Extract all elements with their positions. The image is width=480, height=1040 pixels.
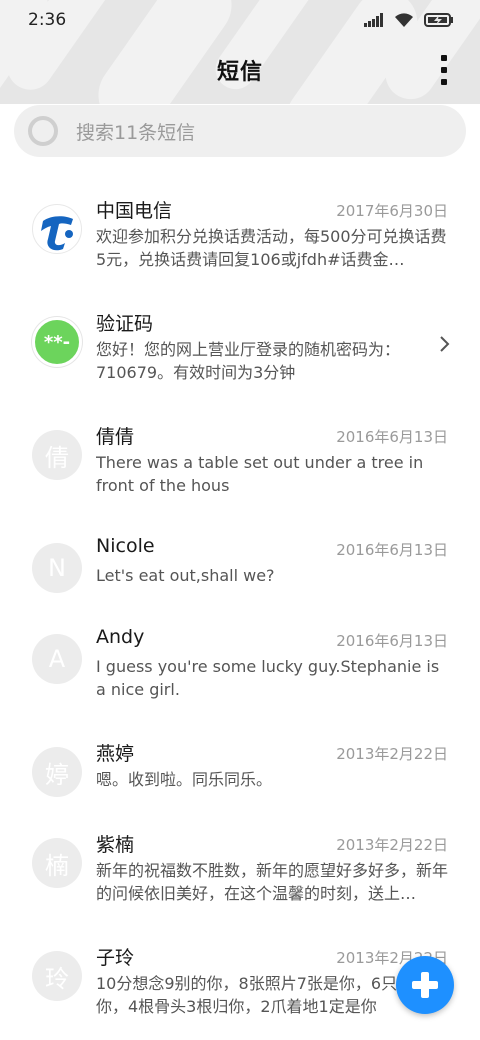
conversation-name: 验证码 [96, 313, 154, 335]
conversation-date: 2016年6月13日 [336, 428, 448, 446]
more-vertical-icon-dot [441, 55, 447, 61]
conversation-date: 2013年2月22日 [336, 836, 448, 854]
app-header: 2:36 短信 [0, 0, 480, 104]
conversation-preview: 您好！您的网上营业厅登录的随机密码为：710679。有效时间为3分钟 [96, 340, 401, 382]
conversation-name: 中国电信 [96, 200, 173, 222]
conversation-item[interactable]: **- 验证码 您好！您的网上营业厅登录的随机密码为：710679。有效时间为3… [0, 293, 480, 403]
new-message-button[interactable] [396, 956, 454, 1014]
conversation-name: Andy [96, 626, 145, 648]
conversation-date: 2013年2月22日 [336, 745, 448, 763]
china-telecom-logo [32, 204, 82, 254]
verification-code-icon: **- [32, 317, 82, 367]
plus-icon [412, 972, 438, 998]
conversation-name: 子玲 [96, 947, 135, 969]
conversation-item[interactable]: 中国电信 2017年6月30日 欢迎参加积分兑换话费活动，每500分可兑换话费5… [0, 180, 480, 290]
conversation-item[interactable]: N Nicole 2016年6月13日 Let's eat out,shall … [0, 519, 480, 609]
conversation-item[interactable]: 楠 紫楠 2013年2月22日 新年的祝福数不胜数，新年的愿望好多好多，新年的问… [0, 814, 480, 924]
conversation-preview: Let's eat out,shall we? [96, 566, 275, 585]
search-bar[interactable]: 搜索11条短信 [14, 105, 466, 157]
more-options-button[interactable] [432, 50, 456, 90]
conversation-preview: I guess you're some lucky guy.Stephanie … [96, 657, 440, 699]
search-placeholder: 搜索11条短信 [76, 121, 196, 144]
conversation-name: 紫楠 [96, 834, 135, 856]
conversation-name: Nicole [96, 535, 155, 557]
conversation-item[interactable]: A Andy 2016年6月13日 I guess you're some lu… [0, 610, 480, 720]
chevron-right-icon [440, 336, 450, 352]
conversation-preview: 新年的祝福数不胜数，新年的愿望好多好多，新年的问候依旧美好，在这个温馨的时刻，送… [96, 861, 449, 903]
avatar: N [32, 543, 82, 593]
title-bar: 短信 [0, 44, 480, 96]
avatar: 婷 [32, 747, 82, 797]
page-title: 短信 [216, 60, 263, 85]
avatar: 楠 [32, 838, 82, 888]
more-vertical-icon-dot [441, 79, 447, 85]
conversation-preview: There was a table set out under a tree i… [96, 453, 424, 495]
conversation-date: 2016年6月13日 [336, 541, 448, 559]
status-bar: 2:36 [0, 0, 480, 40]
conversation-preview: 嗯。收到啦。同乐同乐。 [96, 770, 273, 789]
signal-icon [364, 13, 383, 27]
avatar: 倩 [32, 430, 82, 480]
conversation-preview: 欢迎参加积分兑换话费活动，每500分可兑换话费5元，兑换话费请回复106或jfd… [96, 227, 447, 269]
avatar: A [32, 634, 82, 684]
conversation-item[interactable]: 婷 燕婷 2013年2月22日 嗯。收到啦。同乐同乐。 [0, 723, 480, 813]
conversation-date: 2017年6月30日 [336, 202, 448, 220]
wifi-icon [395, 13, 413, 27]
conversation-name: 燕婷 [96, 743, 135, 765]
conversation-date: 2016年6月13日 [336, 632, 448, 650]
more-vertical-icon-dot [441, 67, 447, 73]
status-icons [364, 12, 454, 28]
search-icon [28, 116, 58, 146]
status-time: 2:36 [28, 10, 67, 30]
battery-charging-icon [424, 13, 453, 27]
conversation-name: 倩倩 [96, 426, 135, 448]
china-telecom-logo-icon [41, 216, 73, 251]
avatar: 玲 [32, 951, 82, 1001]
conversation-item[interactable]: 倩 倩倩 2016年6月13日 There was a table set ou… [0, 406, 480, 516]
